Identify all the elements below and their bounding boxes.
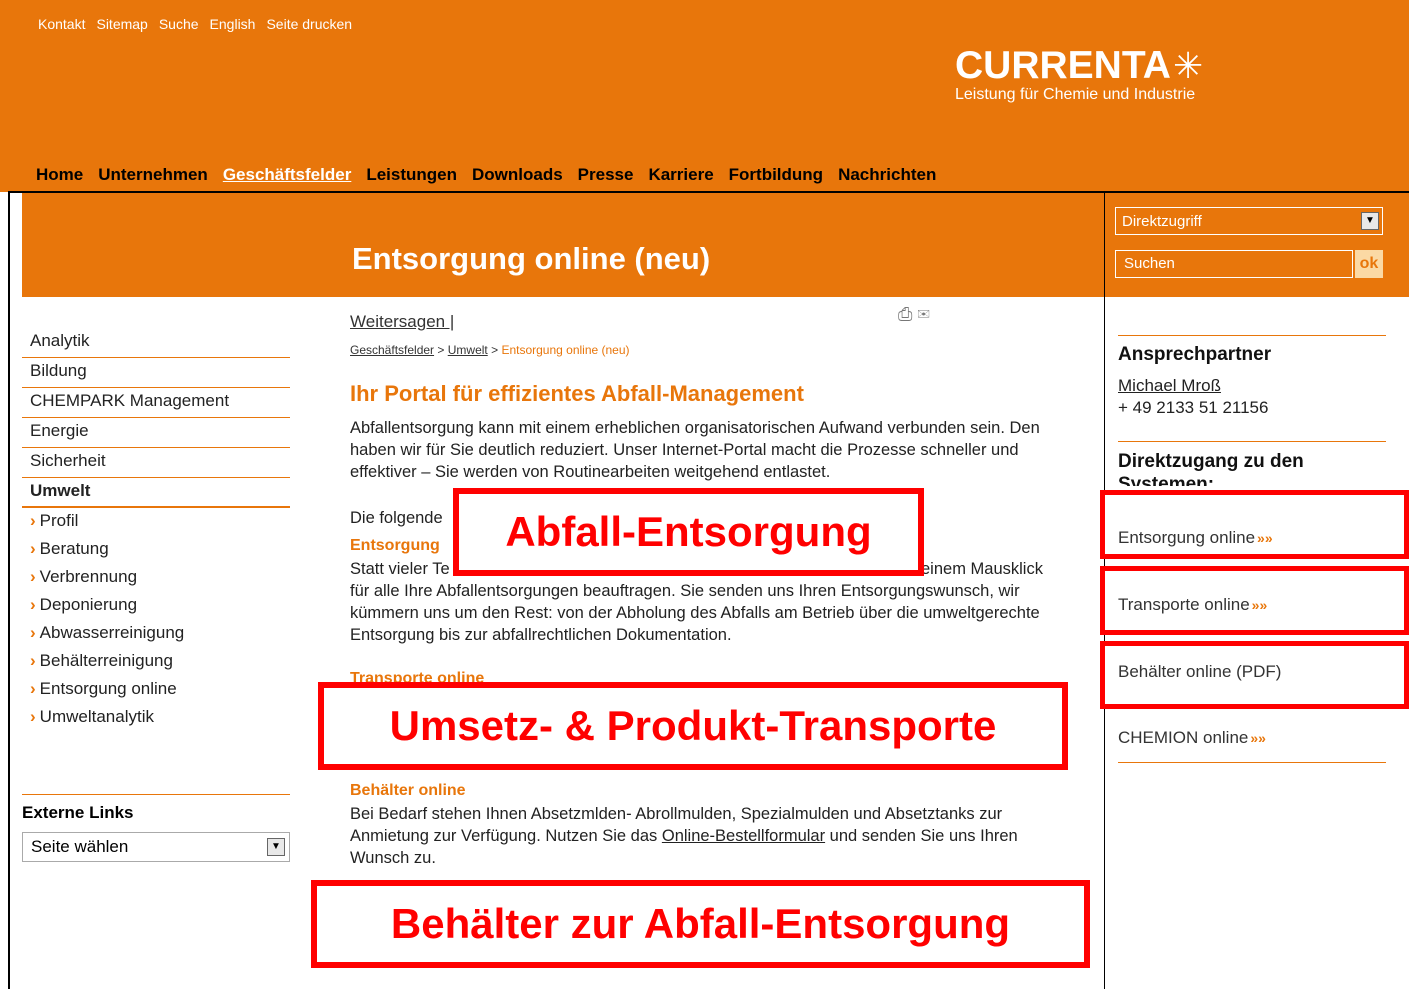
annotation-transporte: Umsetz- & Produkt-Transporte bbox=[318, 682, 1068, 770]
direktzugriff-value: Direktzugriff bbox=[1122, 213, 1202, 230]
search-ok-button[interactable]: ok bbox=[1355, 250, 1383, 278]
sidebar-subitem-label: Umweltanalytik bbox=[39, 707, 154, 726]
sidebar-subitem-entsorgung-online[interactable]: › Entsorgung online bbox=[22, 676, 290, 704]
link-seite-drucken[interactable]: Seite drucken bbox=[266, 16, 352, 32]
direktzugriff-select[interactable]: Direktzugriff ▼ bbox=[1115, 207, 1383, 235]
breadcrumb: Geschäftsfelder > Umwelt > Entsorgung on… bbox=[350, 343, 630, 357]
sidebar-item-umwelt[interactable]: Umwelt bbox=[22, 478, 290, 508]
double-arrow-icon: »» bbox=[1250, 730, 1266, 746]
link-kontakt[interactable]: Kontakt bbox=[38, 16, 85, 32]
sidebar-subitem-label: Profil bbox=[39, 511, 79, 530]
sidebar-subitem-label: Deponierung bbox=[39, 595, 138, 614]
chevron-right-icon: › bbox=[30, 511, 36, 530]
nav-geschaeftsfelder[interactable]: Geschäftsfelder bbox=[223, 165, 352, 184]
sidebar-item-bildung[interactable]: Bildung bbox=[22, 358, 290, 388]
nav-fortbildung[interactable]: Fortbildung bbox=[729, 165, 823, 184]
sidebar-nav: Analytik Bildung CHEMPARK Management Ene… bbox=[22, 328, 290, 732]
weitersagen-link[interactable]: Weitersagen | bbox=[350, 312, 454, 332]
sidebar-subitem-label: Entsorgung online bbox=[39, 679, 177, 698]
utility-links: Kontakt Sitemap Suche English Seite drucken bbox=[38, 16, 363, 32]
chevron-right-icon: › bbox=[30, 595, 36, 614]
breadcrumb-current: Entsorgung online (neu) bbox=[501, 343, 630, 357]
link-suche[interactable]: Suche bbox=[159, 16, 199, 32]
behaelter-section-title: Behälter online bbox=[350, 782, 466, 799]
chevron-right-icon: › bbox=[30, 539, 36, 558]
logo-star-icon: ✳ bbox=[1172, 45, 1204, 86]
page-tools: ⎙ ✉ bbox=[898, 304, 930, 325]
link-sitemap[interactable]: Sitemap bbox=[96, 16, 147, 32]
nav-downloads[interactable]: Downloads bbox=[472, 165, 563, 184]
sidebar-subitem-abwasser[interactable]: › Abwasserreinigung bbox=[22, 620, 290, 648]
chevron-right-icon: › bbox=[30, 679, 36, 698]
nav-leistungen[interactable]: Leistungen bbox=[366, 165, 457, 184]
annotation-behaelter: Behälter zur Abfall-Entsorgung bbox=[311, 880, 1090, 968]
sidebar-item-chempark[interactable]: CHEMPARK Management bbox=[22, 388, 290, 418]
logo-tagline: Leistung für Chemie und Industrie bbox=[955, 86, 1196, 103]
link-label: CHEMION online bbox=[1118, 728, 1249, 747]
external-links-title: Externe Links bbox=[22, 803, 134, 822]
link-chemion-online[interactable]: CHEMION online»» bbox=[1118, 728, 1266, 748]
currenta-logo[interactable]: CURRENTA✳ Leistung für Chemie und Indust… bbox=[955, 44, 1203, 104]
nav-presse[interactable]: Presse bbox=[578, 165, 634, 184]
behaelter-paragraph: Bei Bedarf stehen Ihnen Absetzmlden- Abr… bbox=[350, 803, 1065, 869]
intro-paragraph: Abfallentsorgung kann mit einem erheblic… bbox=[350, 419, 1040, 481]
breadcrumb-umwelt[interactable]: Umwelt bbox=[448, 343, 488, 357]
entsorgung-section-title: Entsorgung bbox=[350, 537, 440, 554]
annotation-abfall-entsorgung: Abfall-Entsorgung bbox=[453, 488, 924, 576]
nav-nachrichten[interactable]: Nachrichten bbox=[838, 165, 936, 184]
search-placeholder: Suchen bbox=[1124, 255, 1175, 272]
logo-word: CURRENTA bbox=[955, 44, 1171, 87]
search-input[interactable]: Suchen bbox=[1115, 250, 1353, 278]
contact-phone: + 49 2133 51 21156 bbox=[1118, 398, 1269, 417]
page-title: Entsorgung online (neu) bbox=[352, 241, 711, 276]
chevron-right-icon: › bbox=[30, 651, 36, 670]
nav-karriere[interactable]: Karriere bbox=[648, 165, 713, 184]
divider bbox=[1118, 335, 1386, 336]
contact-heading: Ansprechpartner bbox=[1118, 344, 1272, 365]
nav-unternehmen[interactable]: Unternehmen bbox=[98, 165, 208, 184]
external-links-select[interactable]: Seite wählen ▼ bbox=[22, 832, 290, 862]
sidebar-subitem-label: Verbrennung bbox=[39, 567, 138, 586]
page-banner: Entsorgung online (neu) bbox=[22, 193, 1104, 297]
chevron-down-icon[interactable]: ▼ bbox=[267, 838, 285, 856]
frame-line-left bbox=[8, 191, 10, 989]
chevron-right-icon: › bbox=[30, 567, 36, 586]
sidebar-subitem-verbrennung[interactable]: › Verbrennung bbox=[22, 564, 290, 592]
highlight-frame-transporte bbox=[1100, 566, 1409, 635]
main-navigation: Home Unternehmen Geschäftsfelder Leistungen… bbox=[36, 165, 951, 185]
sidebar-subitem-label: Beratung bbox=[39, 539, 109, 558]
content-heading: Ihr Portal für effizientes Abfall-Manage… bbox=[350, 381, 804, 406]
bestellformular-link[interactable]: Online-Bestellformular bbox=[662, 827, 825, 845]
highlight-frame-behaelter bbox=[1100, 641, 1409, 709]
nav-home[interactable]: Home bbox=[36, 165, 83, 184]
contact-name-link[interactable]: Michael Mroß bbox=[1118, 376, 1221, 396]
link-english[interactable]: English bbox=[210, 16, 256, 32]
sidebar-subitem-profil[interactable]: › Profil bbox=[22, 508, 290, 536]
sidebar-subitem-umweltanalytik[interactable]: › Umweltanalytik bbox=[22, 704, 290, 732]
entsorgung-paragraph: für alle Ihre Abfallentsorgungen beauftr… bbox=[350, 582, 1040, 644]
sidebar-subitem-label: Behälterreinigung bbox=[39, 651, 173, 670]
print-icon[interactable]: ⎙ bbox=[898, 304, 912, 324]
divider bbox=[1118, 762, 1386, 763]
divider bbox=[22, 794, 290, 795]
sidebar-subitem-deponierung[interactable]: › Deponierung bbox=[22, 592, 290, 620]
divider bbox=[1118, 441, 1386, 442]
sidebar-item-sicherheit[interactable]: Sicherheit bbox=[22, 448, 290, 478]
chevron-right-icon: › bbox=[30, 707, 36, 726]
search-panel: Direktzugriff ▼ Suchen ok bbox=[1105, 193, 1409, 297]
mail-icon[interactable]: ✉ bbox=[917, 304, 929, 324]
breadcrumb-geschaeftsfelder[interactable]: Geschäftsfelder bbox=[350, 343, 434, 357]
systems-heading: Direktzugang zu den Systemen: bbox=[1118, 451, 1304, 486]
external-links-value: Seite wählen bbox=[31, 837, 129, 856]
site-header: Kontakt Sitemap Suche English Seite drucken … bbox=[0, 0, 1409, 192]
chevron-down-icon[interactable]: ▼ bbox=[1361, 212, 1379, 230]
highlight-frame-entsorgung bbox=[1100, 490, 1409, 559]
entsorgung-line1-end: einem Mausklick bbox=[921, 560, 1043, 578]
sidebar-item-energie[interactable]: Energie bbox=[22, 418, 290, 448]
sidebar-subitem-behaelterreinigung[interactable]: › Behälterreinigung bbox=[22, 648, 290, 676]
sidebar-item-analytik[interactable]: Analytik bbox=[22, 328, 290, 358]
chevron-right-icon: › bbox=[30, 623, 36, 642]
sidebar-subitem-label: Abwasserreinigung bbox=[39, 623, 185, 642]
sidebar-subitem-beratung[interactable]: › Beratung bbox=[22, 536, 290, 564]
